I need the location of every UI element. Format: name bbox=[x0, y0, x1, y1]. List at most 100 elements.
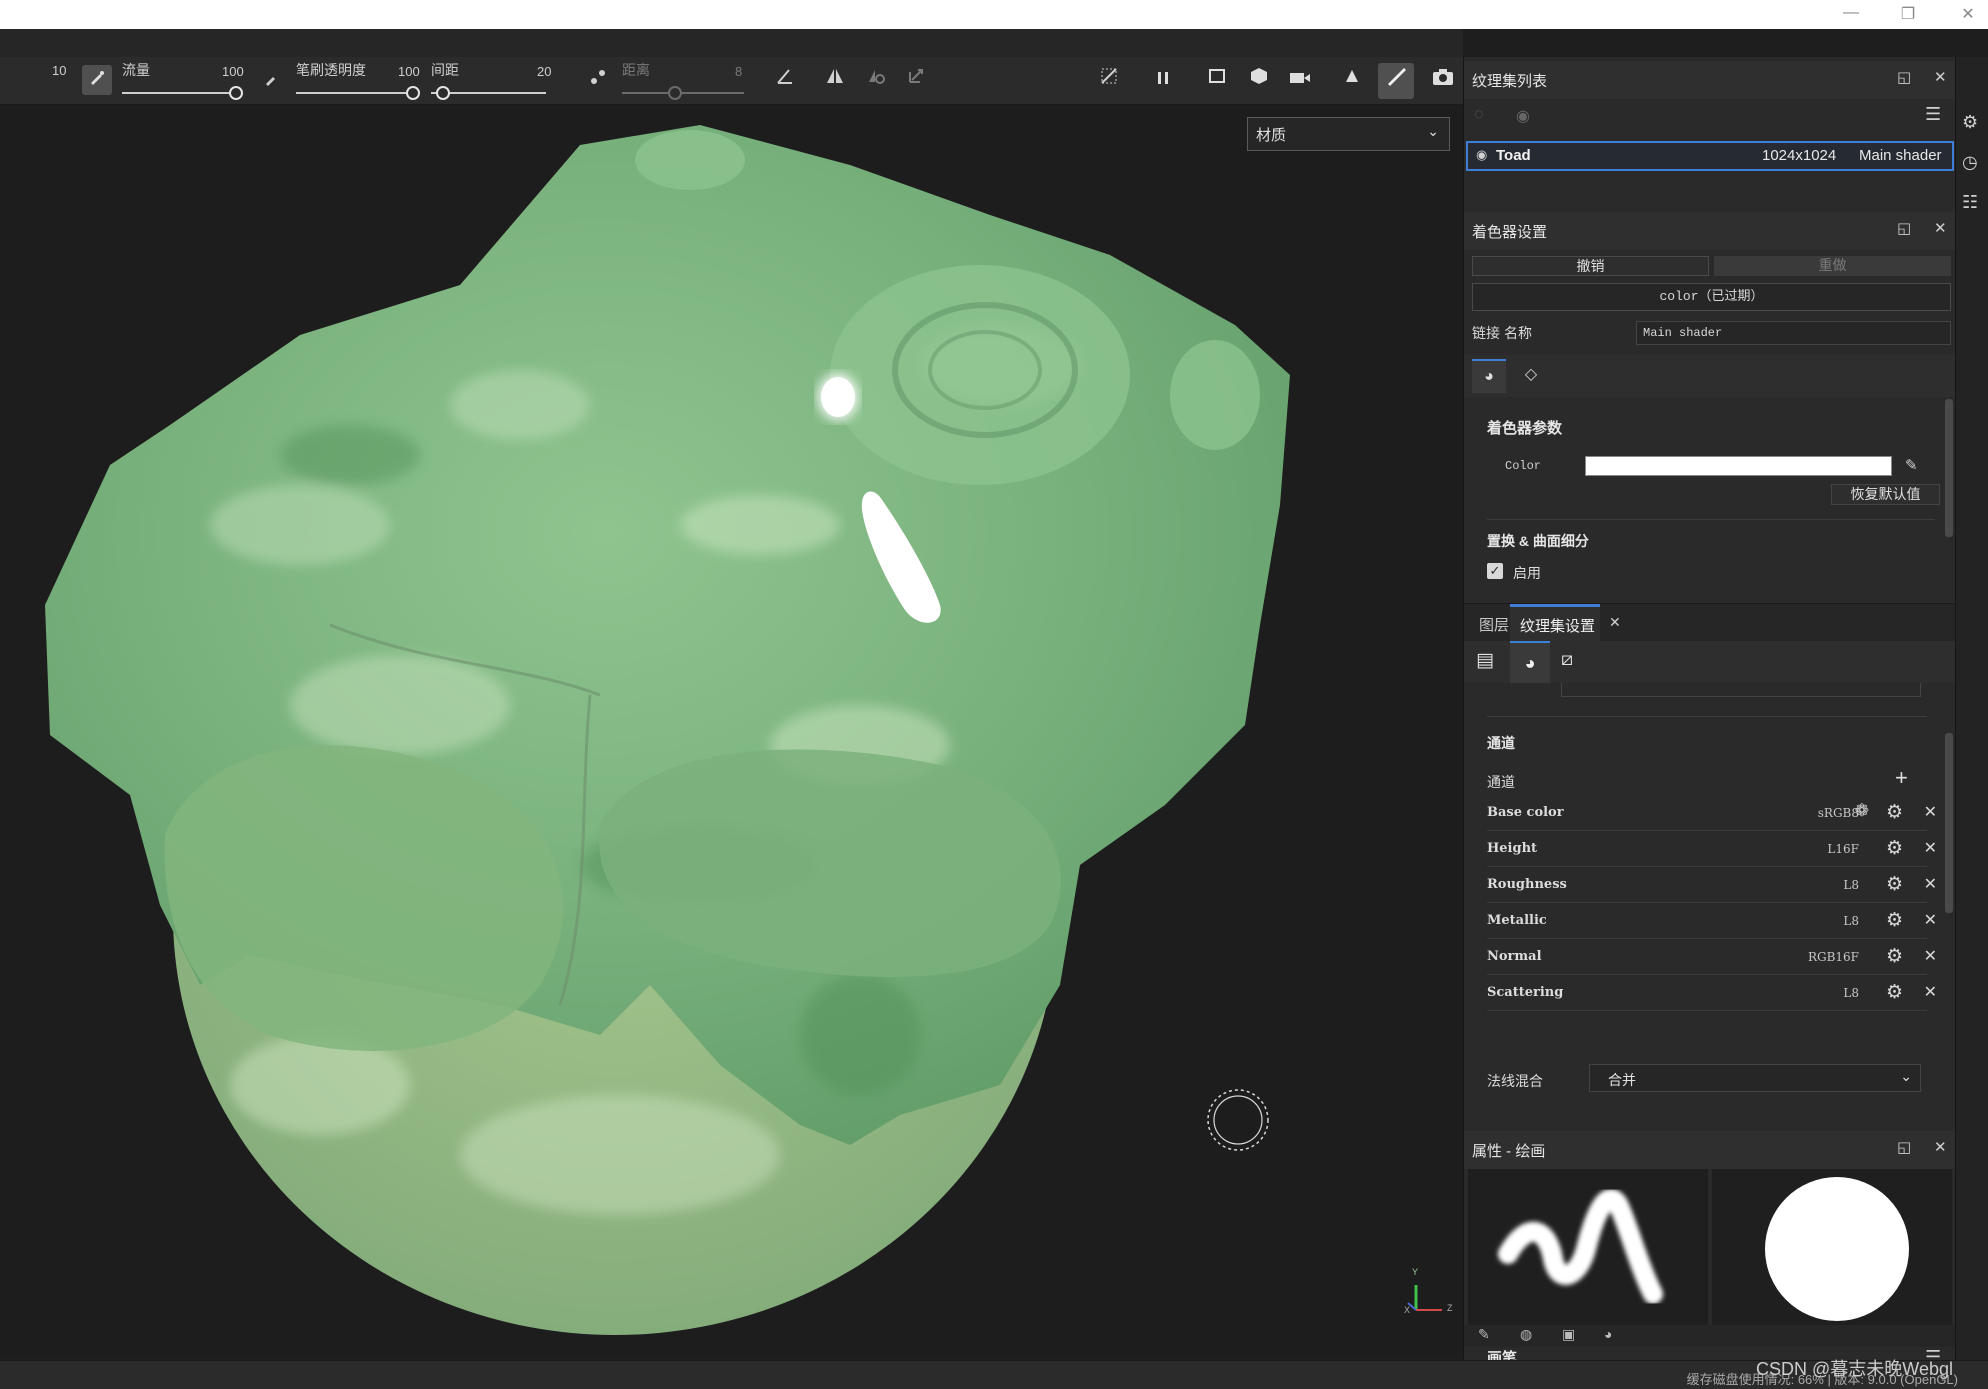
color-profile-icon[interactable]: ❁ bbox=[1855, 801, 1869, 821]
material-icon[interactable]: ◕ bbox=[1604, 1326, 1612, 1342]
gear-icon[interactable]: ⚙ bbox=[1886, 801, 1903, 824]
pin-icon[interactable]: ◱ bbox=[1897, 68, 1911, 86]
eye-icon[interactable]: ◉ bbox=[1476, 147, 1487, 163]
channel-name: Roughness bbox=[1487, 877, 1567, 892]
color-swatch[interactable] bbox=[1585, 456, 1892, 476]
flow-slider-knob[interactable] bbox=[229, 86, 243, 100]
symmetry-icon[interactable] bbox=[820, 65, 850, 95]
gear-icon[interactable]: ⚙ bbox=[1886, 945, 1903, 968]
2d-view-icon[interactable] bbox=[1203, 65, 1233, 95]
close-icon[interactable]: ✕ bbox=[1924, 802, 1937, 822]
3d-viewport[interactable]: Y X Z 材质 ⌄ bbox=[0, 105, 1463, 1355]
shader-params-tab-icon[interactable]: ◕ bbox=[1472, 359, 1506, 393]
transform-icon[interactable] bbox=[901, 65, 931, 95]
texture-set-props-icon[interactable]: ▤ bbox=[1476, 649, 1494, 672]
normal-blend-select[interactable]: 合并 ⌄ bbox=[1589, 1064, 1921, 1092]
size-value: 10 bbox=[52, 63, 67, 78]
pin-icon[interactable]: ◱ bbox=[1897, 1138, 1911, 1156]
add-channel-icon[interactable]: + bbox=[1895, 765, 1908, 791]
displacement-tab-icon[interactable]: ◇ bbox=[1514, 359, 1548, 393]
close-icon[interactable]: ✕ bbox=[1934, 68, 1947, 86]
channel-row[interactable]: Roughness L8 ⚙ ✕ bbox=[1487, 867, 1937, 903]
opacity-label: 笔刷透明度 bbox=[296, 62, 366, 78]
undo-button[interactable]: 撤销 bbox=[1472, 256, 1709, 276]
texture-set-resolution: 1024x1024 bbox=[1762, 147, 1837, 164]
channel-row[interactable]: Height L16F ⚙ ✕ bbox=[1487, 831, 1937, 867]
settings-icon[interactable]: ⚙ bbox=[1962, 112, 1978, 133]
channel-format: L8 bbox=[1843, 914, 1859, 928]
hide-icon[interactable]: ◌ bbox=[1474, 106, 1484, 124]
close-icon[interactable]: ✕ bbox=[1609, 614, 1621, 631]
opacity-slider-knob[interactable] bbox=[406, 86, 420, 100]
toad-model[interactable] bbox=[0, 105, 1463, 1355]
brush-icon[interactable]: ✎ bbox=[1478, 1326, 1490, 1343]
history-icon[interactable]: ◷ bbox=[1962, 152, 1978, 173]
stroke-angle-icon[interactable] bbox=[770, 65, 800, 95]
shader-settings-title: 着色器设置 bbox=[1472, 224, 1548, 241]
channel-row[interactable]: Normal RGB16F ⚙ ✕ bbox=[1487, 939, 1937, 975]
pause-icon[interactable] bbox=[1148, 65, 1178, 95]
material-mode-select[interactable]: 材质 ⌄ bbox=[1247, 117, 1450, 151]
close-icon[interactable]: ✕ bbox=[1934, 219, 1947, 237]
gear-icon[interactable]: ⚙ bbox=[1886, 837, 1903, 860]
pin-icon[interactable]: ◱ bbox=[1897, 219, 1911, 237]
close-icon[interactable]: ✕ bbox=[1924, 910, 1937, 930]
symmetry-settings-icon[interactable] bbox=[861, 65, 891, 95]
tab-texture-set-settings[interactable]: 纹理集设置 bbox=[1510, 604, 1600, 642]
texture-set-item-toad[interactable]: ◉ Toad 1024x1024 Main shader bbox=[1466, 141, 1954, 171]
close-icon[interactable]: ✕ bbox=[1934, 1138, 1947, 1156]
screenshot-camera-icon[interactable] bbox=[1428, 65, 1458, 95]
shader-scrollbar[interactable] bbox=[1945, 399, 1953, 537]
tab-layers[interactable]: 图层 bbox=[1479, 614, 1509, 635]
shader-type-select[interactable]: color（已过期） bbox=[1472, 283, 1951, 311]
video-camera-icon[interactable] bbox=[1285, 65, 1315, 95]
lighting-icon[interactable] bbox=[1337, 65, 1367, 95]
uv-icon[interactable]: ⧄ bbox=[1561, 649, 1573, 671]
eye-icon[interactable]: ◉ bbox=[1516, 106, 1530, 126]
minimize-icon[interactable]: — bbox=[1836, 4, 1866, 22]
redo-button[interactable]: 重做 bbox=[1714, 256, 1951, 276]
reset-default-button[interactable]: 恢复默认值 bbox=[1831, 484, 1940, 505]
brush-flow-icon[interactable] bbox=[256, 65, 286, 95]
distance-slider-knob[interactable] bbox=[668, 86, 682, 100]
texture-set-shader-icon[interactable]: ◕ bbox=[1510, 641, 1550, 683]
close-icon[interactable]: ✕ bbox=[1924, 982, 1937, 1002]
close-icon[interactable]: ✕ bbox=[1924, 946, 1937, 966]
texture-set-name: Toad bbox=[1496, 147, 1531, 164]
paint-brush-tool-icon[interactable] bbox=[1378, 63, 1414, 99]
enable-checkbox[interactable]: ✓ bbox=[1487, 563, 1503, 579]
gear-icon[interactable]: ⚙ bbox=[1886, 981, 1903, 1004]
close-icon[interactable]: ✕ bbox=[1924, 838, 1937, 858]
gear-icon[interactable]: ⚙ bbox=[1886, 909, 1903, 932]
flow-label: 流量 bbox=[122, 62, 150, 78]
eyedropper-icon[interactable]: ✎ bbox=[1905, 456, 1918, 474]
texture-set-scrollbar[interactable] bbox=[1945, 733, 1953, 913]
menu-icon[interactable]: ☰ bbox=[1925, 104, 1941, 125]
hide-overlay-icon[interactable] bbox=[1094, 65, 1124, 95]
close-icon[interactable]: ✕ bbox=[1924, 874, 1937, 894]
brush-size-icon[interactable] bbox=[82, 65, 112, 95]
texture-set-toolbar: ◌ ◉ ☰ bbox=[1464, 99, 1956, 135]
texture-set-list-header: 纹理集列表 ◱ ✕ bbox=[1464, 61, 1956, 99]
channel-name: Base color bbox=[1487, 805, 1564, 820]
distance-slider[interactable] bbox=[622, 92, 744, 94]
stencil-icon[interactable]: ▣ bbox=[1562, 1326, 1575, 1343]
channel-row[interactable]: Metallic L8 ⚙ ✕ bbox=[1487, 903, 1937, 939]
texture-set-list-title: 纹理集列表 bbox=[1472, 73, 1548, 90]
lazy-mouse-icon[interactable] bbox=[583, 65, 613, 95]
channel-row[interactable]: Scattering L8 ⚙ ✕ bbox=[1487, 975, 1937, 1011]
log-icon[interactable]: ☷ bbox=[1962, 192, 1978, 213]
properties-header: 属性 - 绘画 ◱ ✕ bbox=[1464, 1131, 1956, 1169]
shader-name-input[interactable]: Main shader bbox=[1636, 321, 1951, 345]
divider bbox=[1487, 519, 1935, 520]
opacity-slider[interactable] bbox=[296, 92, 406, 94]
distance-label: 距离 bbox=[622, 62, 650, 78]
flow-slider[interactable] bbox=[122, 92, 232, 94]
spacing-slider-knob[interactable] bbox=[436, 86, 450, 100]
alpha-icon[interactable]: ◍ bbox=[1520, 1326, 1532, 1343]
gear-icon[interactable]: ⚙ bbox=[1886, 873, 1903, 896]
close-icon[interactable]: ✕ bbox=[1953, 4, 1983, 24]
3d-view-icon[interactable] bbox=[1244, 65, 1274, 95]
restore-icon[interactable]: ❐ bbox=[1893, 4, 1923, 24]
channel-row[interactable]: Base color sRGB8 ❁ ⚙ ✕ bbox=[1487, 795, 1937, 831]
